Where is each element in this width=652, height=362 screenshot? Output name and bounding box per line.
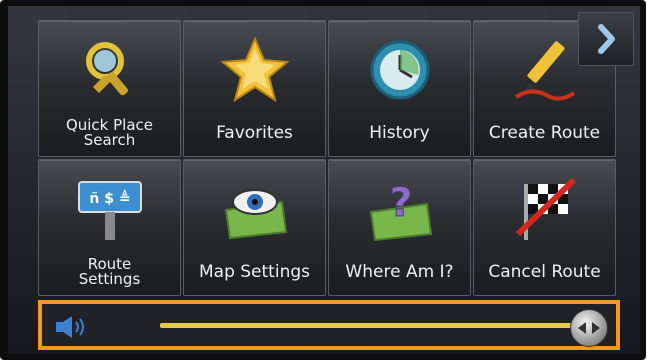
screen: Quick Place Search Favorites History Cre… — [8, 6, 640, 354]
chevron-right-icon — [598, 24, 615, 54]
left-right-arrows-icon — [578, 322, 600, 334]
eye-map-icon — [224, 189, 287, 240]
clock-icon — [370, 40, 429, 100]
volume-slider-track[interactable] — [160, 323, 580, 328]
route-settings-button[interactable]: ñ $ ≜ Route Settings — [38, 159, 181, 296]
road-sign-icon: ñ $ ≜ — [77, 181, 142, 240]
tile-label: Where Am I? — [345, 261, 454, 282]
tile-label: Map Settings — [198, 261, 310, 282]
svg-text:?: ? — [389, 180, 412, 226]
speaker-icon[interactable] — [54, 313, 94, 341]
favorites-button[interactable]: Favorites — [183, 20, 326, 157]
tile-label: Favorites — [216, 122, 293, 143]
device-frame: Quick Place Search Favorites History Cre… — [0, 0, 646, 360]
tile-label: Quick Place Search — [65, 116, 154, 149]
where-am-i-button[interactable]: ? Where Am I? — [328, 159, 471, 296]
crossed-flag-icon — [515, 177, 576, 240]
tile-label: Route Settings — [78, 255, 141, 288]
history-button[interactable]: History — [328, 20, 471, 157]
next-page-button[interactable] — [578, 12, 634, 66]
tile-label: Cancel Route — [488, 261, 601, 282]
volume-panel — [38, 300, 620, 350]
star-icon — [219, 36, 290, 103]
quick-place-search-button[interactable]: Quick Place Search — [38, 20, 181, 157]
svg-text:ñ $ ≜: ñ $ ≜ — [89, 189, 130, 207]
map-settings-button[interactable]: Map Settings — [183, 159, 326, 296]
magnifier-icon — [85, 42, 128, 96]
pencil-icon — [514, 41, 575, 101]
tile-label: Create Route — [488, 122, 601, 143]
question-map-icon: ? — [369, 180, 432, 242]
main-menu-grid: Quick Place Search Favorites History Cre… — [38, 20, 616, 298]
cancel-route-button[interactable]: Cancel Route — [473, 159, 616, 296]
tile-label: History — [369, 122, 430, 143]
volume-slider-knob[interactable] — [570, 309, 608, 347]
